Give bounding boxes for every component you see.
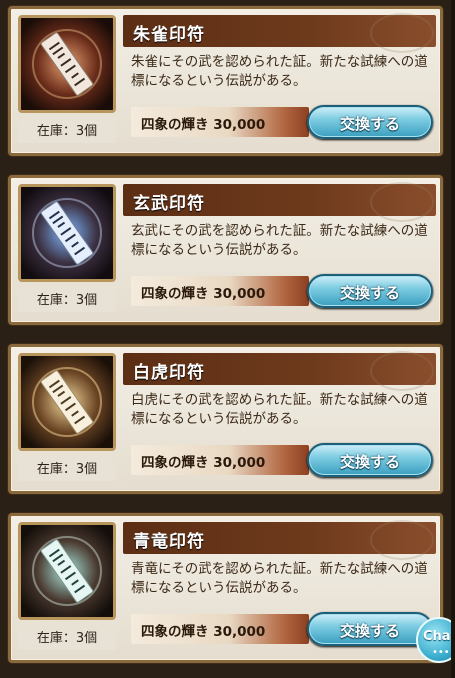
item-description: 青竜にその武を認められた証。新たな試練への道標になるという伝説がある。 xyxy=(131,561,428,596)
genbu-seal-icon[interactable] xyxy=(18,184,116,282)
item-title-bar: 白虎印符 xyxy=(123,353,436,385)
exchange-button[interactable]: 交換する xyxy=(307,274,433,308)
price-bar: 四象の輝き 30,000 xyxy=(131,107,309,137)
exchange-item-card: 在庫：3個 朱雀印符 朱雀にその武を認められた証。新たな試練への道標になるという… xyxy=(8,6,443,156)
item-title-bar: 玄武印符 xyxy=(123,184,436,216)
seiryu-seal-icon[interactable] xyxy=(18,522,116,620)
exchange-button-label: 交換する xyxy=(339,622,400,640)
stock-count: 在庫：3個 xyxy=(18,121,116,143)
item-name: 朱雀印符 xyxy=(133,25,205,45)
item-description: 朱雀にその武を認められた証。新たな試練への道標になるという伝説がある。 xyxy=(131,54,428,89)
exchange-item-card: 在庫：3個 白虎印符 白虎にその武を認められた証。新たな試練への道標になるという… xyxy=(8,344,443,494)
exchange-item-list: 在庫：3個 朱雀印符 朱雀にその武を認められた証。新たな試練への道標になるという… xyxy=(0,0,455,678)
item-name: 青竜印符 xyxy=(133,532,205,552)
exchange-button-label: 交換する xyxy=(339,115,400,133)
exchange-item-card: 在庫：3個 青竜印符 青竜にその武を認められた証。新たな試練への道標になるという… xyxy=(8,513,443,663)
exchange-item-card: 在庫：3個 玄武印符 玄武にその武を認められた証。新たな試練への道標になるという… xyxy=(8,175,443,325)
chat-dots-icon: ••• xyxy=(432,647,450,658)
stock-count: 在庫：3個 xyxy=(18,459,116,481)
price-bar: 四象の輝き 30,000 xyxy=(131,614,309,644)
item-description: 玄武にその武を認められた証。新たな試練への道標になるという伝説がある。 xyxy=(131,223,428,258)
exchange-button-label: 交換する xyxy=(339,453,400,471)
price-bar: 四象の輝き 30,000 xyxy=(131,445,309,475)
stock-count: 在庫：3個 xyxy=(18,628,116,650)
exchange-button[interactable]: 交換する xyxy=(307,612,433,646)
suzaku-seal-icon[interactable] xyxy=(18,15,116,113)
chat-button[interactable]: Chat ••• xyxy=(416,617,455,663)
scroll-edge xyxy=(451,0,455,678)
stock-count: 在庫：3個 xyxy=(18,290,116,312)
item-price: 四象の輝き 30,000 xyxy=(141,455,266,471)
item-name: 玄武印符 xyxy=(133,194,205,214)
byakko-seal-icon[interactable] xyxy=(18,353,116,451)
price-bar: 四象の輝き 30,000 xyxy=(131,276,309,306)
item-name: 白虎印符 xyxy=(133,363,205,383)
item-price: 四象の輝き 30,000 xyxy=(141,624,266,640)
item-title-bar: 朱雀印符 xyxy=(123,15,436,47)
item-price: 四象の輝き 30,000 xyxy=(141,286,266,302)
item-title-bar: 青竜印符 xyxy=(123,522,436,554)
exchange-button[interactable]: 交換する xyxy=(307,105,433,139)
item-price: 四象の輝き 30,000 xyxy=(141,117,266,133)
exchange-button-label: 交換する xyxy=(339,284,400,302)
item-description: 白虎にその武を認められた証。新たな試練への道標になるという伝説がある。 xyxy=(131,392,428,427)
exchange-button[interactable]: 交換する xyxy=(307,443,433,477)
